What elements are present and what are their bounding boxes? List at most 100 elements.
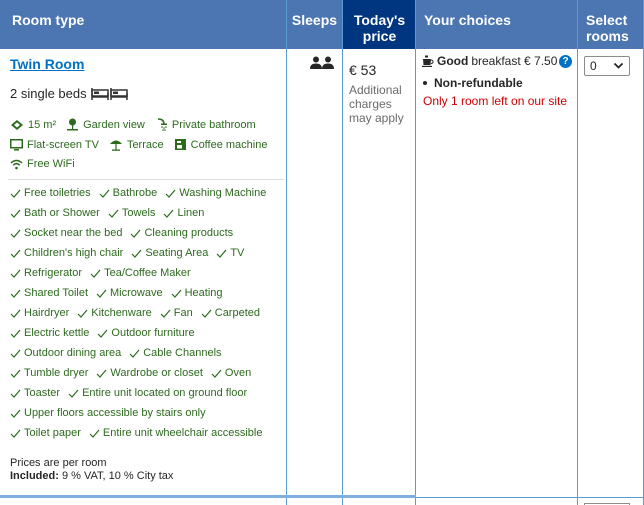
column-divider <box>415 0 416 505</box>
amenity-label: Seating Area <box>145 247 209 259</box>
checkmark-icon <box>99 189 110 198</box>
amenity-item: Linen <box>163 207 204 219</box>
amenity-item: Kitchenware <box>77 307 152 319</box>
amenity-label: Outdoor dining area <box>24 347 122 359</box>
amenity-item: Free toiletries <box>10 187 91 199</box>
amenity-item: Cleaning products <box>130 227 233 239</box>
amenity-label: Socket near the bed <box>24 227 123 239</box>
header-price-line1: Today's <box>353 12 406 28</box>
row-divider <box>0 495 416 498</box>
amenity-item: Towels <box>108 207 156 219</box>
bed-text: 2 single beds <box>10 86 87 101</box>
parasol-icon <box>109 140 122 151</box>
checkmark-icon <box>160 309 171 318</box>
checkmark-icon <box>10 329 21 338</box>
amenity-row: Hairdryer Kitchenware Fan Carpeted <box>10 307 260 319</box>
facility-row: Flat-screen TV Terrace Coffee machine <box>10 138 267 151</box>
facility-private-bathroom: Private bathroom <box>155 118 256 131</box>
column-divider <box>286 0 287 505</box>
checkmark-icon <box>216 249 227 258</box>
single-bed-icon <box>109 87 128 100</box>
chevron-down-icon <box>613 62 624 69</box>
checkmark-icon <box>77 309 88 318</box>
amenity-label: Fan <box>173 307 193 319</box>
facility-room-size: 15 m² <box>10 119 56 131</box>
amenity-item: Wardrobe or closet <box>96 367 203 379</box>
bullet-icon <box>423 81 427 85</box>
amenity-label: Toaster <box>24 387 61 399</box>
amenity-item: Cable Channels <box>129 347 222 359</box>
checkmark-icon <box>108 209 119 218</box>
amenity-label: Washing Machine <box>179 187 267 199</box>
checkmark-icon <box>131 249 142 258</box>
checkmark-icon <box>96 369 107 378</box>
room-quantity-select[interactable]: 0 <box>584 56 630 76</box>
amenity-label: Tea/Coffee Maker <box>104 267 191 279</box>
checkmark-icon <box>97 329 108 338</box>
price-note-text: Prices are per room <box>10 457 107 469</box>
facility-flat-screen-tv-label: Flat-screen TV <box>27 138 99 151</box>
amenity-item: Children's high chair <box>10 247 123 259</box>
amenity-row: Free toiletries Bathrobe Washing Machine <box>10 187 266 199</box>
amenity-item: Fan <box>160 307 193 319</box>
checkmark-icon <box>165 189 176 198</box>
amenity-label: Towels <box>121 207 156 219</box>
amenity-item: Hairdryer <box>10 307 69 319</box>
amenity-item: Heating <box>171 287 223 299</box>
amenity-item: Bath or Shower <box>10 207 100 219</box>
amenity-label: Outdoor furniture <box>111 327 195 339</box>
amenity-row: Refrigerator Tea/Coffee Maker <box>10 267 191 279</box>
coffee-machine-icon <box>174 139 186 150</box>
amenity-item: Bathrobe <box>99 187 157 199</box>
amenity-row: Bath or Shower Towels Linen <box>10 207 204 219</box>
header-select-line1: Select <box>586 12 628 28</box>
amenity-label: Shared Toilet <box>24 287 89 299</box>
amenity-item: Outdoor furniture <box>97 327 195 339</box>
checkmark-icon <box>10 209 21 218</box>
included-taxes: Included: 9 % VAT, 10 % City tax <box>10 470 173 483</box>
checkmark-icon <box>10 369 21 378</box>
facility-row: Free WiFi <box>10 158 75 170</box>
amenity-label: Linen <box>177 207 205 219</box>
additional-charges-note: Additional charges may apply <box>349 83 404 125</box>
facility-row: 15 m² Garden view Private bathroom <box>10 118 256 131</box>
room-quantity-value: 0 <box>590 59 597 73</box>
facility-terrace-label: Terrace <box>126 138 164 151</box>
amenity-item: Oven <box>211 367 251 379</box>
amenity-item: Upper floors accessible by stairs only <box>10 407 206 419</box>
facility-free-wifi-label: Free WiFi <box>27 158 75 170</box>
amenity-item: Shared Toilet <box>10 287 88 299</box>
row-divider <box>416 497 644 498</box>
help-icon[interactable]: ? <box>559 55 572 68</box>
amenity-row: Toaster Entire unit located on ground flo… <box>10 387 247 399</box>
header-todays-price: Today's price <box>343 0 416 49</box>
amenity-label: Entire unit located on ground floor <box>82 387 248 399</box>
checkmark-icon <box>68 389 79 398</box>
facility-room-size-label: 15 m² <box>28 118 57 131</box>
amenity-label: Free toiletries <box>24 187 91 199</box>
amenity-label: Toilet paper <box>24 427 81 439</box>
amenity-row: Outdoor dining area Cable Channels <box>10 347 222 359</box>
room-name-link[interactable]: Twin Room <box>10 56 84 72</box>
checkmark-icon <box>201 309 212 318</box>
amenity-label: Wardrobe or closet <box>110 367 203 379</box>
amenity-item: Outdoor dining area <box>10 347 121 359</box>
single-bed-icon <box>90 87 109 100</box>
amenity-item: Microwave <box>96 287 163 299</box>
header-price-line2: price <box>362 28 397 44</box>
amenity-row: Children's high chair Seating Area TV <box>10 247 244 259</box>
coffee-cup-icon <box>422 55 434 67</box>
facility-coffee-machine-label: Coffee machine <box>190 138 268 151</box>
amenity-label: Cleaning products <box>144 227 234 239</box>
amenity-item: Toaster <box>10 387 60 399</box>
amenity-row: Tumble dryer Wardrobe or closet Oven <box>10 367 251 379</box>
checkmark-icon <box>10 309 21 318</box>
included-label: Included: <box>10 470 59 482</box>
amenity-item: Refrigerator <box>10 267 82 279</box>
amenity-label: Carpeted <box>214 307 261 319</box>
amenity-label: Hairdryer <box>24 307 70 319</box>
amenity-item: Entire unit wheelchair accessible <box>89 427 262 439</box>
facility-coffee-machine: Coffee machine <box>174 138 268 151</box>
included-text: 9 % VAT, 10 % City tax <box>61 470 174 482</box>
column-divider <box>577 0 578 505</box>
